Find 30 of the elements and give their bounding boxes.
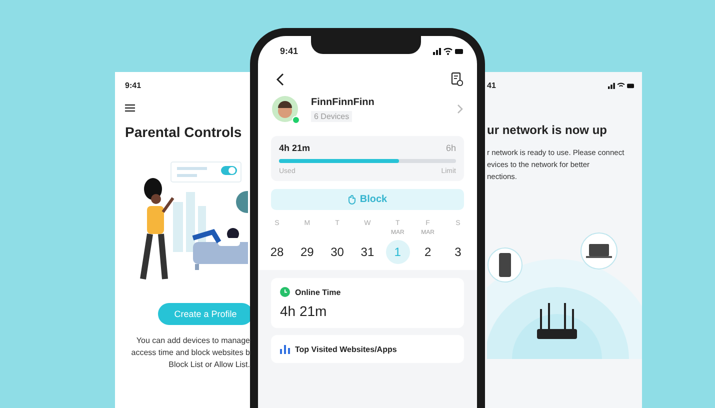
screen-title: Parental Controls [125,124,242,140]
calendar-date[interactable]: 30 [325,240,350,264]
back-icon[interactable] [276,72,284,86]
description-text: You can add devices to manage [135,335,250,347]
clock-icon [280,287,290,297]
calendar-date[interactable]: 2 [416,240,440,264]
calendar-date[interactable]: 28 [265,240,289,264]
description-text: Block List or Allow List. [168,359,250,371]
bar-chart-icon [280,344,290,354]
device-count: 6 Devices [311,110,352,122]
screen-title: ur network is now up [487,123,608,137]
status-time: 9:41 [125,81,142,90]
calendar-date[interactable]: 3 [446,240,470,264]
online-time-value: 4h 21m [280,303,328,319]
status-time: 9:41 [280,46,298,56]
hand-icon [348,194,356,204]
menu-icon[interactable] [125,104,135,112]
used-time: 4h 21m [279,143,310,153]
status-time: 41 [487,81,496,90]
status-icons [608,82,634,89]
card-title: Online Time [295,288,341,296]
profile-name: FinnFinnFinn [311,96,374,108]
report-icon[interactable] [451,72,463,86]
status-icons [432,47,463,55]
time-limit: 6h [446,143,456,153]
card-title: Top Visited Websites/Apps [295,344,397,354]
calendar-date[interactable]: 31 [355,240,380,264]
description-text: access time and block websites b [130,347,250,359]
calendar-date[interactable]: 29 [295,240,320,264]
child-avatar-icon [272,96,298,122]
